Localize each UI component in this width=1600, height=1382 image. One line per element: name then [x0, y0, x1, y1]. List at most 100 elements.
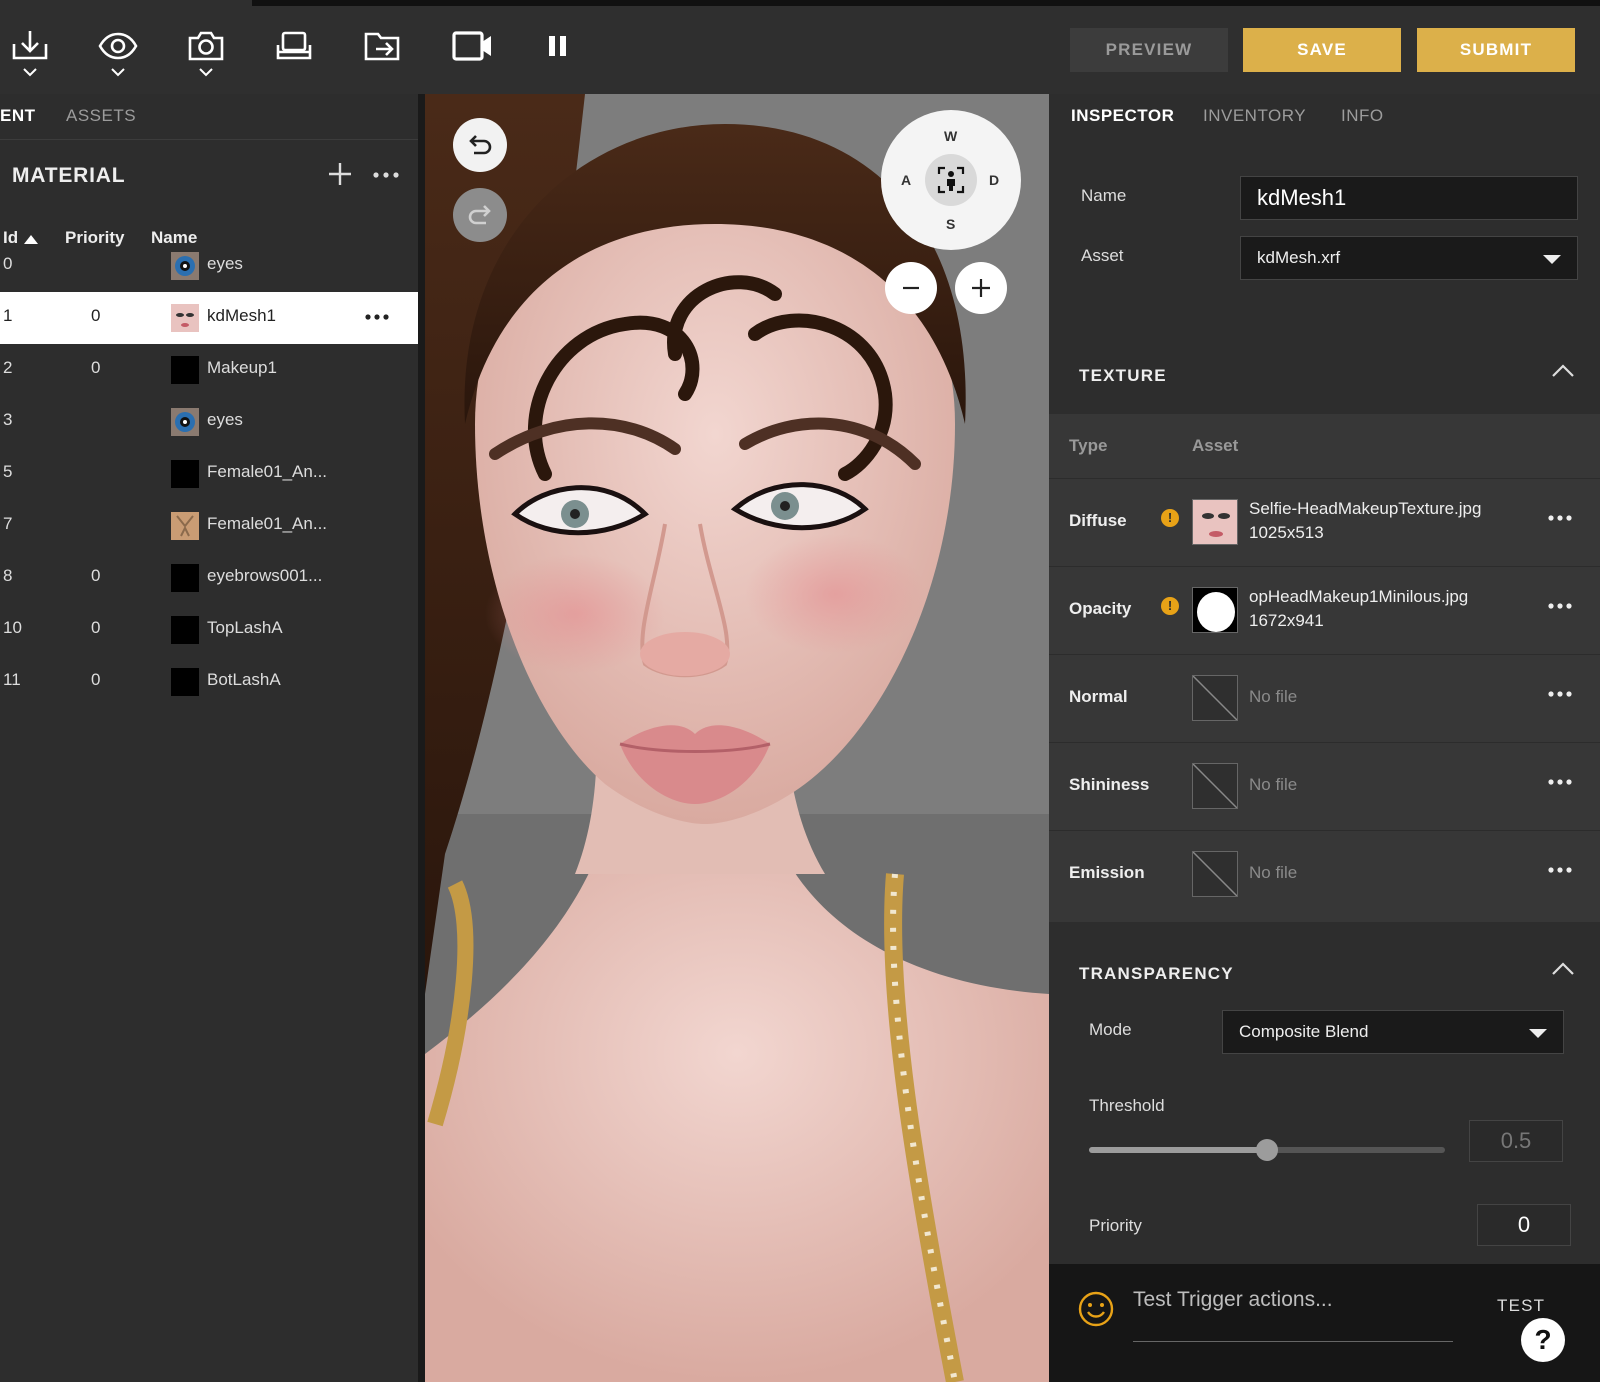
material-row[interactable]: 10 0 TopLashA: [0, 604, 418, 656]
material-thumbnail: [171, 668, 199, 696]
help-button[interactable]: ?: [1521, 1318, 1565, 1362]
texture-more-button[interactable]: [1547, 769, 1573, 789]
material-priority: 0: [91, 618, 101, 637]
material-priority: 0: [91, 670, 101, 689]
chevron-up-icon: [1552, 364, 1574, 377]
material-priority: 0: [91, 306, 101, 325]
seat-tool-button[interactable]: [266, 28, 322, 90]
asset-select[interactable]: kdMesh.xrf: [1240, 236, 1578, 280]
transparency-collapse-button[interactable]: [1552, 962, 1574, 981]
material-row[interactable]: 3 eyes: [0, 396, 418, 448]
view-tool-button[interactable]: [90, 28, 146, 90]
more-horizontal-icon: [373, 172, 399, 178]
texture-more-button[interactable]: [1547, 593, 1573, 613]
tab-assets[interactable]: ASSETS: [66, 106, 136, 126]
app-window: PREVIEW SAVE SUBMIT ENT ASSETS MATERIAL …: [0, 0, 1600, 1382]
texture-thumbnail[interactable]: [1192, 851, 1238, 897]
pause-button[interactable]: [530, 28, 586, 90]
texture-row-normal: Normal No file: [1049, 654, 1600, 742]
caret-down-icon: [1543, 255, 1561, 264]
compass-label-w: W: [944, 128, 958, 144]
test-trigger-input[interactable]: Test Trigger actions...: [1133, 1286, 1453, 1342]
material-id: 0: [3, 254, 13, 273]
texture-row-diffuse: Diffuse! Selfie-HeadMakeupTexture.jpg 1025…: [1049, 478, 1600, 566]
threshold-slider-handle[interactable]: [1256, 1139, 1278, 1161]
redo-button[interactable]: [453, 188, 507, 242]
record-video-button[interactable]: [444, 28, 500, 90]
material-thumbnail: [171, 356, 199, 384]
tab-inspector[interactable]: INSPECTOR: [1071, 106, 1174, 126]
material-id: 7: [3, 514, 13, 533]
transparency-section-header: TRANSPARENCY: [1049, 944, 1600, 1004]
panel-divider[interactable]: [418, 94, 425, 1382]
material-row[interactable]: 11 0 BotLashA: [0, 656, 418, 708]
material-name: TopLashA: [207, 618, 283, 637]
material-row[interactable]: 8 0 eyebrows001...: [0, 552, 418, 604]
texture-column-type: Type: [1069, 436, 1108, 455]
threshold-slider[interactable]: [1089, 1139, 1445, 1161]
zoom-in-button[interactable]: [955, 262, 1007, 314]
chevron-up-icon: [1552, 962, 1574, 975]
material-id: 5: [3, 462, 13, 481]
more-horizontal-icon: [365, 314, 389, 320]
mode-label: Mode: [1089, 1020, 1132, 1039]
save-button[interactable]: SAVE: [1243, 28, 1401, 72]
3d-viewport[interactable]: W A D S: [425, 94, 1049, 1382]
tab-info[interactable]: INFO: [1341, 106, 1384, 126]
tab-inventory[interactable]: INVENTORY: [1203, 106, 1306, 126]
smiley-icon: [1078, 1291, 1114, 1327]
texture-type-label: Normal: [1069, 687, 1128, 706]
material-thumbnail: [171, 616, 199, 644]
texture-thumbnail[interactable]: [1192, 587, 1238, 633]
tab-environment[interactable]: ENT: [0, 106, 36, 126]
camera-tool-button[interactable]: [178, 28, 234, 90]
material-row[interactable]: 2 0 Makeup1: [0, 344, 418, 396]
camera-navigation-compass[interactable]: W A D S: [881, 110, 1021, 250]
name-label: Name: [1081, 186, 1127, 205]
texture-more-button[interactable]: [1547, 681, 1573, 701]
zoom-out-button[interactable]: [885, 262, 937, 314]
material-row[interactable]: 5 Female01_An...: [0, 448, 418, 500]
download-tool-button[interactable]: [2, 28, 58, 90]
name-input[interactable]: kdMesh1: [1240, 176, 1578, 220]
priority-input[interactable]: 0: [1477, 1204, 1571, 1246]
material-thumbnail: [171, 408, 199, 436]
threshold-value-input[interactable]: 0.5: [1469, 1120, 1563, 1162]
texture-thumbnail[interactable]: [1192, 675, 1238, 721]
texture-thumbnail[interactable]: [1192, 763, 1238, 809]
material-row[interactable]: 7 Female01_An...: [0, 500, 418, 552]
texture-no-file: No file: [1249, 775, 1298, 794]
asset-select-value: kdMesh.xrf: [1257, 248, 1341, 267]
row-more-button[interactable]: [364, 304, 390, 324]
camera-icon: [188, 31, 224, 61]
add-material-button[interactable]: [326, 160, 354, 188]
preview-button[interactable]: PREVIEW: [1070, 28, 1228, 72]
material-more-button[interactable]: [372, 166, 402, 186]
material-id: 8: [3, 566, 13, 585]
material-name: Female01_An...: [207, 462, 328, 481]
plus-icon: [972, 279, 990, 297]
texture-more-button[interactable]: [1547, 505, 1573, 525]
export-tool-button[interactable]: [354, 28, 410, 90]
redo-icon: [468, 205, 491, 225]
material-row[interactable]: 1 0 kdMesh1: [0, 292, 418, 344]
material-thumbnail: [171, 252, 199, 280]
more-horizontal-icon: [1548, 603, 1572, 609]
material-name: Female01_An...: [207, 514, 328, 533]
undo-button[interactable]: [453, 118, 507, 172]
texture-file-size: 1025x513: [1249, 523, 1324, 542]
recenter-avatar-button[interactable]: [925, 154, 977, 206]
texture-type-label: Emission: [1069, 863, 1145, 882]
texture-collapse-button[interactable]: [1552, 364, 1574, 383]
test-button[interactable]: TEST: [1497, 1296, 1545, 1316]
mode-select[interactable]: Composite Blend: [1222, 1010, 1564, 1054]
chevron-down-icon: [199, 68, 213, 77]
more-horizontal-icon: [1548, 515, 1572, 521]
material-row[interactable]: 0 eyes: [0, 240, 418, 292]
texture-more-button[interactable]: [1547, 857, 1573, 877]
texture-row-shininess: Shininess No file: [1049, 742, 1600, 830]
test-trigger-bar: Test Trigger actions... TEST ?: [1049, 1264, 1600, 1382]
submit-button[interactable]: SUBMIT: [1417, 28, 1575, 72]
texture-thumbnail[interactable]: [1192, 499, 1238, 545]
texture-table: Type Asset Diffuse! Selfie-HeadMakeupText…: [1049, 414, 1600, 922]
